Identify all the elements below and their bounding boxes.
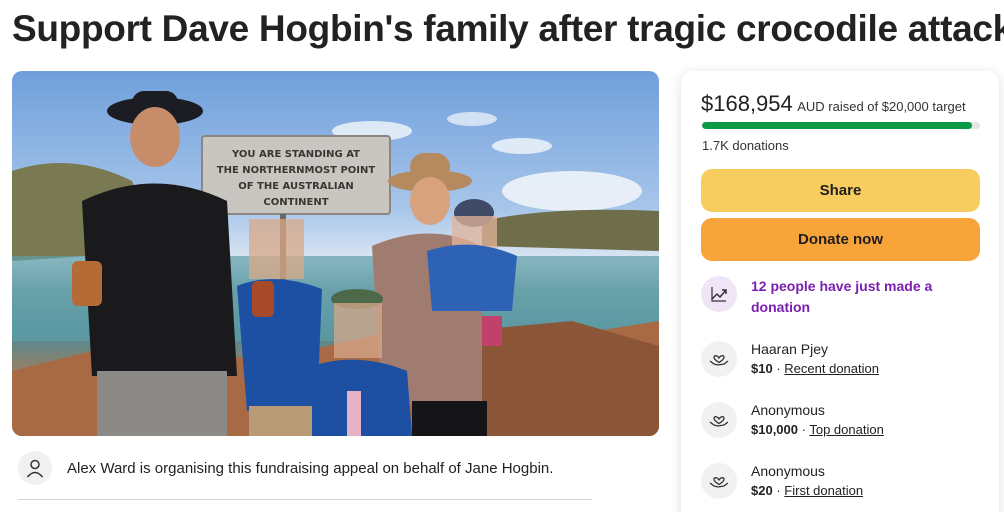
progress-fill	[702, 122, 972, 129]
heart-hands-icon	[701, 402, 737, 438]
donation-meta: $20 · First donation	[751, 481, 863, 501]
raised-summary: $168,954 AUD raised of $20,000 target	[701, 91, 966, 117]
recent-activity-text: 12 people have just made a donation	[751, 278, 933, 315]
heart-hands-icon	[701, 463, 737, 499]
share-button[interactable]: Share	[701, 169, 980, 212]
donate-now-button[interactable]: Donate now	[701, 218, 980, 261]
recent-donation-link[interactable]: Recent donation	[784, 361, 879, 376]
donation-item: Haaran Pjey $10 · Recent donation	[701, 339, 991, 379]
donation-count: 1.7K donations	[702, 138, 789, 153]
donor-name: Anonymous	[751, 402, 825, 418]
donation-meta: $10,000 · Top donation	[751, 420, 884, 440]
donation-item: Anonymous $20 · First donation	[701, 461, 991, 501]
trending-up-icon	[701, 276, 737, 312]
donation-amount: $20	[751, 483, 773, 498]
separator: ·	[801, 422, 806, 437]
sign-line-2: THE NORTHERNMOST POINT	[217, 165, 376, 176]
organiser-row: Alex Ward is organising this fundraising…	[18, 450, 598, 486]
divider	[18, 499, 592, 500]
sign-line-3: OF THE AUSTRALIAN	[238, 181, 354, 192]
donation-amount: $10,000	[751, 422, 798, 437]
raised-target-text: AUD raised of $20,000 target	[797, 99, 966, 114]
separator: ·	[776, 483, 781, 498]
donation-amount: $10	[751, 361, 773, 376]
organiser-text: Alex Ward is organising this fundraising…	[67, 459, 554, 477]
sign-line-1: YOU ARE STANDING AT	[231, 149, 360, 160]
donor-name: Haaran Pjey	[751, 341, 829, 357]
donation-card: $168,954 AUD raised of $20,000 target 1.…	[681, 71, 999, 512]
heart-hands-icon	[701, 341, 737, 377]
donation-meta: $10 · Recent donation	[751, 359, 879, 379]
recent-activity: 12 people have just made a donation	[701, 276, 991, 318]
separator: ·	[776, 361, 781, 376]
top-donation-link[interactable]: Top donation	[809, 422, 883, 437]
progress-bar	[702, 122, 980, 129]
raised-amount: $168,954	[701, 91, 793, 116]
donation-item: Anonymous $10,000 · Top donation	[701, 400, 991, 440]
donor-name: Anonymous	[751, 463, 825, 479]
person-icon	[18, 451, 52, 485]
sign-line-4: CONTINENT	[263, 197, 328, 208]
page-title: Support Dave Hogbin's family after tragi…	[12, 8, 1004, 49]
first-donation-link[interactable]: First donation	[784, 483, 863, 498]
campaign-photo: YOU ARE STANDING AT THE NORTHERNMOST POI…	[12, 71, 659, 436]
campaign-photo-illustration: YOU ARE STANDING AT THE NORTHERNMOST POI…	[12, 91, 659, 436]
